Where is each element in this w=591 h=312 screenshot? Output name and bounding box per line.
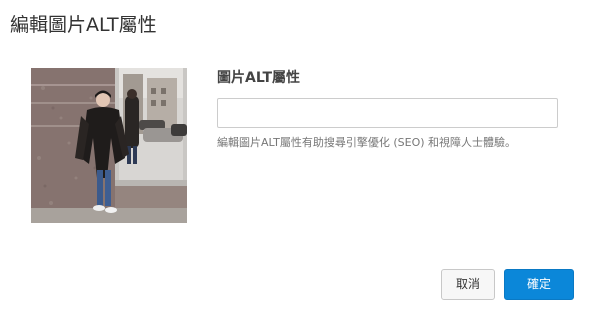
confirm-button[interactable]: 確定 [504, 269, 574, 300]
alt-text-input[interactable] [217, 98, 558, 128]
alt-field-help: 編輯圖片ALT屬性有助搜尋引擎優化 (SEO) 和視障人士體驗。 [217, 136, 517, 149]
image-preview [31, 68, 187, 223]
dialog-title: 編輯圖片ALT屬性 [10, 14, 157, 36]
edit-alt-dialog: 編輯圖片ALT屬性 圖片ALT屬性 編輯圖片ALT屬性有助搜尋引擎優化 (SEO… [0, 0, 591, 312]
cancel-button[interactable]: 取消 [441, 269, 495, 300]
alt-field-label: 圖片ALT屬性 [217, 70, 300, 86]
